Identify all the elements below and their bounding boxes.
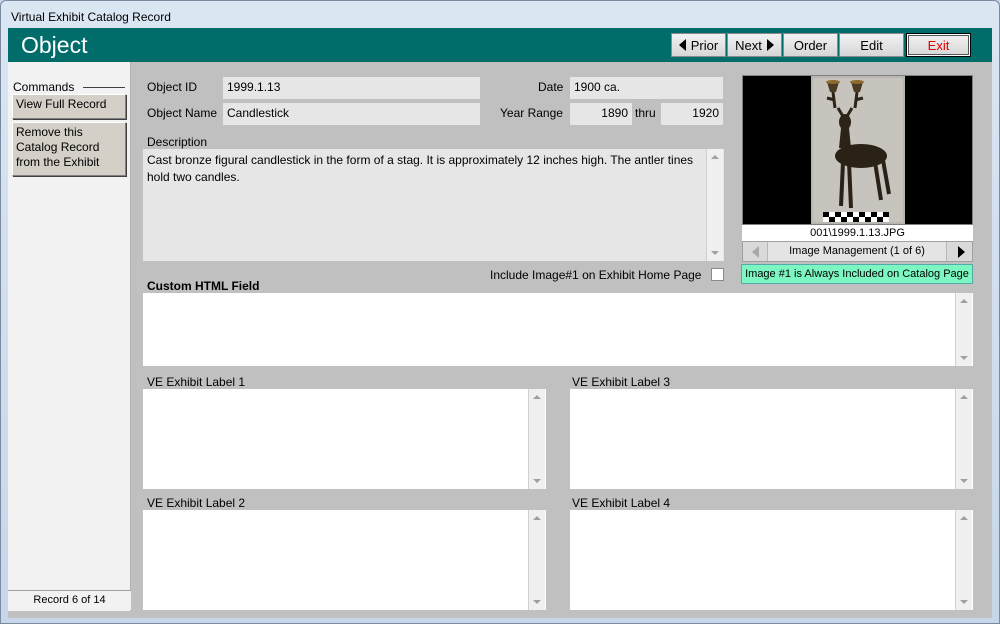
date-label: Date xyxy=(538,80,564,94)
custom-html-label: Custom HTML Field xyxy=(147,279,260,293)
scroll-down-icon[interactable] xyxy=(529,473,545,489)
commands-label: Commands xyxy=(13,80,75,94)
order-button-label: Order xyxy=(793,37,828,53)
custom-html-scrollbar[interactable] xyxy=(955,293,972,366)
description-label: Description xyxy=(147,135,208,149)
description-scrollbar[interactable] xyxy=(706,149,723,261)
ve-label-1-field[interactable] xyxy=(143,389,546,489)
exit-button[interactable]: Exit xyxy=(906,33,971,57)
remove-from-exhibit-label: Remove this Catalog Record from the Exhi… xyxy=(16,125,100,169)
object-image[interactable] xyxy=(742,75,973,225)
image-management-button[interactable]: Image Management (1 of 6) xyxy=(767,242,947,261)
order-button[interactable]: Order xyxy=(783,33,838,57)
year-range-label: Year Range xyxy=(500,106,563,120)
ve-label-1-scrollbar[interactable] xyxy=(528,389,545,489)
stag-candlestick-image xyxy=(811,76,905,224)
triangle-right-icon xyxy=(957,245,965,258)
scroll-up-icon[interactable] xyxy=(707,149,723,165)
custom-html-field[interactable] xyxy=(143,293,973,366)
scroll-down-icon[interactable] xyxy=(707,245,723,261)
record-counter: Record 6 of 14 xyxy=(8,590,131,610)
ve-label-1-title: VE Exhibit Label 1 xyxy=(147,375,246,389)
commands-divider xyxy=(83,87,125,88)
ve-label-3-scrollbar[interactable] xyxy=(955,389,972,489)
scroll-up-icon[interactable] xyxy=(956,293,972,309)
scroll-up-icon[interactable] xyxy=(529,389,545,405)
triangle-left-icon xyxy=(751,245,759,258)
object-name-label: Object Name xyxy=(147,106,218,120)
scroll-up-icon[interactable] xyxy=(956,510,972,526)
year-to-field[interactable]: 1920 xyxy=(661,103,723,125)
ve-label-3-field[interactable] xyxy=(570,389,973,489)
thru-label: thru xyxy=(635,106,656,120)
scroll-up-icon[interactable] xyxy=(956,389,972,405)
remove-from-exhibit-button[interactable]: Remove this Catalog Record from the Exhi… xyxy=(12,122,126,176)
year-from-field[interactable]: 1890 xyxy=(570,103,632,125)
description-text: Cast bronze figural candlestick in the f… xyxy=(147,153,694,184)
view-full-record-label: View Full Record xyxy=(16,97,107,111)
ve-label-4-field[interactable] xyxy=(570,510,973,610)
scroll-down-icon[interactable] xyxy=(956,350,972,366)
include-image-label: Include Image#1 on Exhibit Home Page xyxy=(490,268,702,282)
scroll-up-icon[interactable] xyxy=(529,510,545,526)
edit-button[interactable]: Edit xyxy=(839,33,904,57)
next-button[interactable]: Next xyxy=(727,33,782,57)
description-field[interactable]: Cast bronze figural candlestick in the f… xyxy=(143,149,724,261)
ve-label-2-field[interactable] xyxy=(143,510,546,610)
date-field[interactable]: 1900 ca. xyxy=(570,77,723,99)
object-id-field[interactable]: 1999.1.13 xyxy=(223,77,480,99)
image-always-included-note: Image #1 is Always Included on Catalog P… xyxy=(741,264,973,284)
ve-label-4-scrollbar[interactable] xyxy=(955,510,972,610)
ve-label-2-scrollbar[interactable] xyxy=(528,510,545,610)
next-button-label: Next xyxy=(735,37,762,53)
view-full-record-button[interactable]: View Full Record xyxy=(12,94,126,119)
ve-label-3-title: VE Exhibit Label 3 xyxy=(572,375,671,389)
scroll-down-icon[interactable] xyxy=(956,594,972,610)
triangle-left-icon xyxy=(678,39,686,51)
object-name-field[interactable]: Candlestick xyxy=(223,103,480,125)
prior-button-label: Prior xyxy=(690,37,719,53)
image-next-button[interactable] xyxy=(949,242,973,261)
image-filename: 001\1999.1.13.JPG xyxy=(742,225,973,241)
object-id-label: Object ID xyxy=(147,80,198,94)
scroll-down-icon[interactable] xyxy=(956,473,972,489)
page-title: Object xyxy=(21,32,88,58)
scroll-down-icon[interactable] xyxy=(529,594,545,610)
edit-button-label: Edit xyxy=(860,37,883,53)
image-prev-button[interactable] xyxy=(743,242,767,261)
ve-label-4-title: VE Exhibit Label 4 xyxy=(572,496,671,510)
exit-button-label: Exit xyxy=(927,37,950,53)
window-title: Virtual Exhibit Catalog Record xyxy=(11,10,171,24)
ve-label-2-title: VE Exhibit Label 2 xyxy=(147,496,246,510)
triangle-right-icon xyxy=(766,39,774,51)
prior-button[interactable]: Prior xyxy=(671,33,726,57)
include-image-checkbox[interactable] xyxy=(711,268,724,281)
